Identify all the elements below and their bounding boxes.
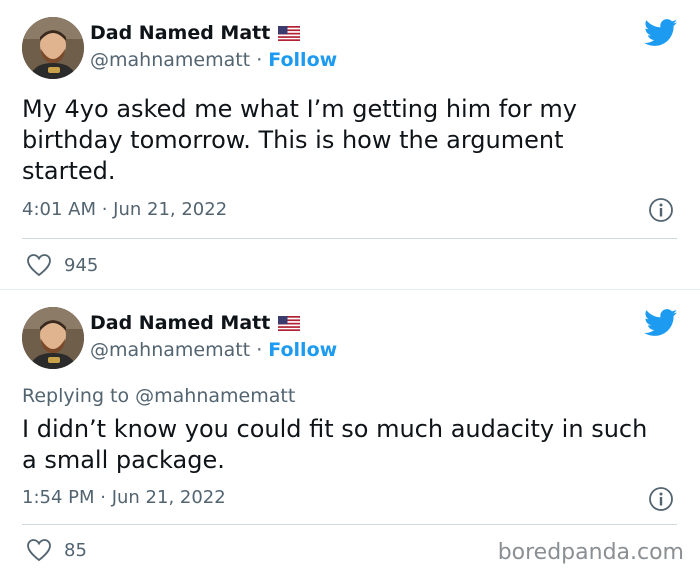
author-name-row: Dad Named Matt <box>90 312 301 334</box>
author-handle[interactable]: @mahnamematt <box>90 49 250 71</box>
like-button[interactable]: 945 <box>26 253 98 277</box>
heart-icon <box>27 254 51 277</box>
author-handle[interactable]: @mahnamematt <box>90 339 250 361</box>
watermark: boredpanda.com <box>497 540 684 565</box>
replying-to-label: Replying to <box>22 385 136 407</box>
avatar[interactable] <box>22 307 84 369</box>
avatar[interactable] <box>22 17 84 79</box>
twitter-bird-icon[interactable] <box>644 19 678 47</box>
tweet-timestamp[interactable]: 4:01 AM · Jun 21, 2022 <box>22 199 227 220</box>
handle-row: @mahnamematt · Follow <box>90 49 337 71</box>
author-name-row: Dad Named Matt <box>90 22 301 44</box>
replying-to: Replying to @mahnamematt <box>22 385 295 407</box>
handle-row: @mahnamematt · Follow <box>90 339 337 361</box>
tweet-timestamp[interactable]: 1:54 PM · Jun 21, 2022 <box>22 487 226 508</box>
author-name[interactable]: Dad Named Matt <box>90 312 270 334</box>
twitter-bird-icon[interactable] <box>644 309 678 337</box>
divider <box>22 524 677 525</box>
divider <box>22 238 677 239</box>
tweet-text: I didn’t know you could fit so much auda… <box>22 415 648 474</box>
like-count: 945 <box>64 254 99 276</box>
us-flag-icon <box>278 315 301 331</box>
info-icon[interactable] <box>648 486 674 512</box>
info-icon[interactable] <box>648 197 674 223</box>
follow-button[interactable]: Follow <box>268 49 337 71</box>
follow-button[interactable]: Follow <box>268 339 337 361</box>
tweet-text: My 4yo asked me what I’m getting him for… <box>22 95 577 185</box>
dot-separator: · <box>256 339 269 361</box>
author-name[interactable]: Dad Named Matt <box>90 22 270 44</box>
us-flag-icon <box>278 25 301 41</box>
like-button[interactable]: 85 <box>26 538 87 562</box>
heart-icon <box>27 539 51 562</box>
tweet-card: Dad Named Matt @mahnamematt · Follow Rep… <box>0 290 700 577</box>
like-count: 85 <box>64 539 87 561</box>
tweet-card: Dad Named Matt @mahnamematt · Follow My … <box>0 0 700 290</box>
reply-mention-link[interactable]: @mahnamematt <box>135 385 295 407</box>
dot-separator: · <box>256 49 269 71</box>
